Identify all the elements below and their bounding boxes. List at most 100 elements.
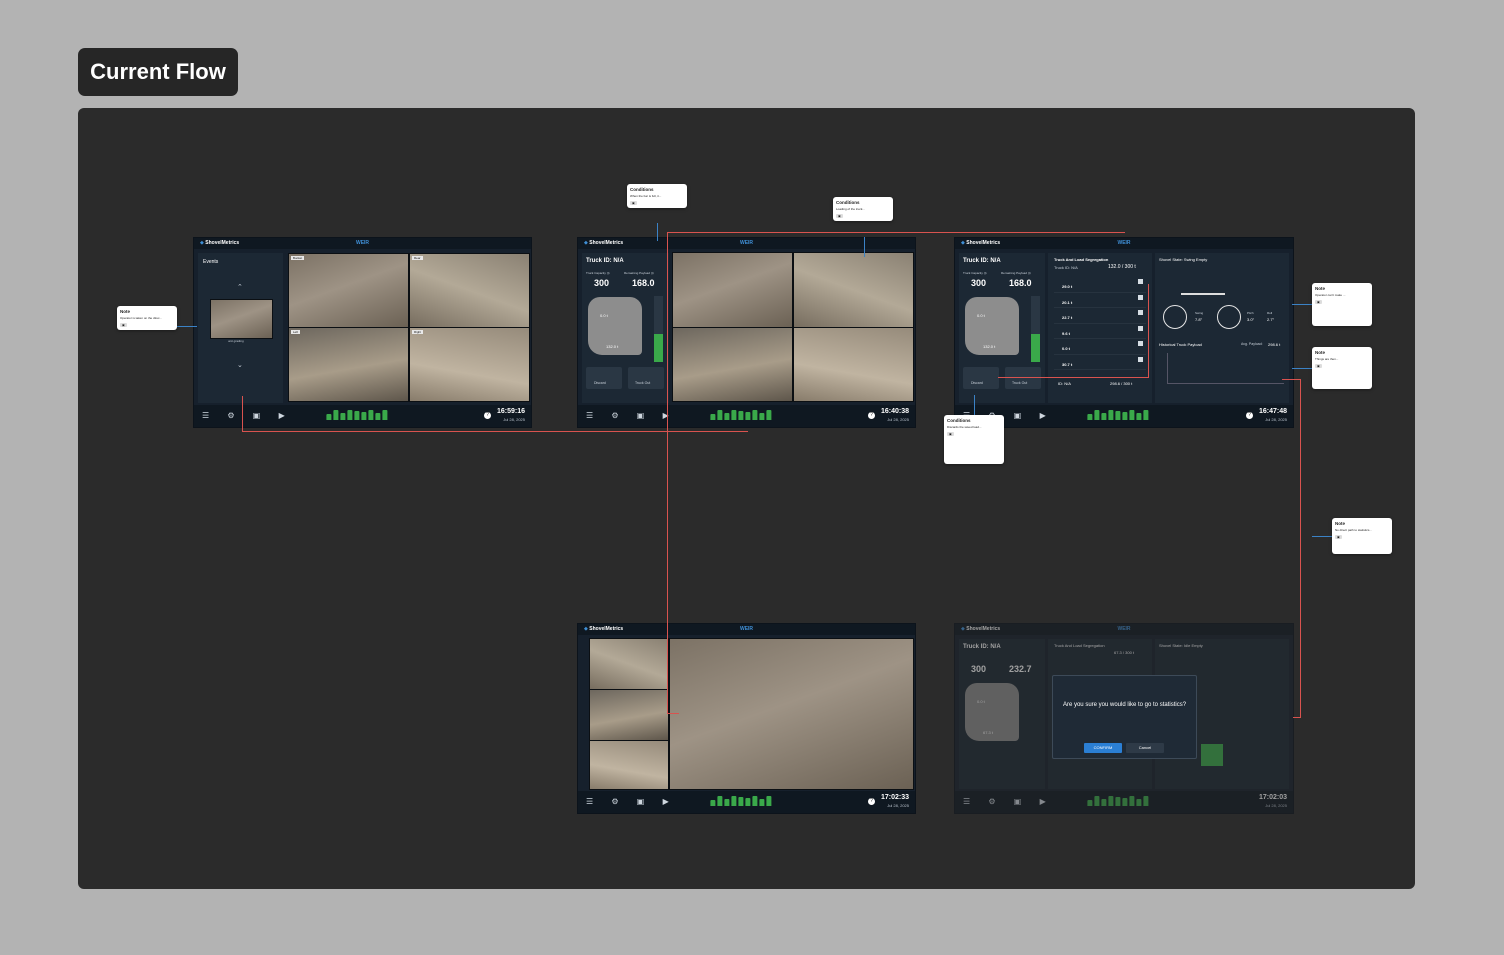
- delete-icon: [1138, 325, 1143, 331]
- remaining-label: Remaining Payload (t): [1001, 271, 1031, 275]
- confirm-button[interactable]: CONFIRM: [1084, 743, 1122, 753]
- camera-feed-4[interactable]: [793, 327, 914, 402]
- delete-icon: [1138, 310, 1143, 315]
- capacity-label: Truck Capacity (t): [963, 271, 987, 275]
- nav-icons[interactable]: ☰ ⚙ ▣ ▶: [586, 797, 677, 806]
- event-thumbnail[interactable]: [210, 299, 273, 339]
- payload-bar: [1122, 412, 1128, 420]
- camera-feed-3[interactable]: Left: [288, 327, 409, 402]
- event-caption: unit grading: [228, 339, 244, 343]
- load-row[interactable]: 22.7 t: [1054, 308, 1146, 324]
- sticky-note[interactable]: Note Things are then... ▣: [1312, 347, 1372, 389]
- cancel-button[interactable]: Cancel: [1126, 743, 1164, 753]
- app-logo: ◆ ShovelMetrics: [584, 240, 624, 246]
- chevron-down-icon[interactable]: ⌄: [237, 361, 243, 369]
- screen-truck-loading[interactable]: ◆ ShovelMetrics WEIR Truck ID: N/A Truck…: [577, 237, 916, 428]
- load-value: 67.3 t: [983, 730, 994, 735]
- payload-bar: [1129, 796, 1135, 806]
- sticky-note[interactable]: Conditions Discards the saved load... ▣: [944, 415, 1004, 464]
- payload-bar: [332, 410, 338, 420]
- payload-bar: [1087, 800, 1093, 806]
- payload-bar: [1094, 796, 1100, 806]
- user-chip: ▣: [1335, 535, 1342, 539]
- flow-connector: [667, 232, 1125, 233]
- help-icon[interactable]: ?: [868, 798, 875, 805]
- nav-icons[interactable]: ☰ ⚙ ▣ ▶: [202, 411, 293, 420]
- swing-gauge: [1163, 305, 1187, 329]
- dialog-question: Are you sure you would like to go to sta…: [1062, 702, 1187, 708]
- board-title: Current Flow: [78, 48, 238, 96]
- camera-thumb-3[interactable]: [589, 740, 669, 790]
- load-row[interactable]: 30.7 t: [1054, 355, 1146, 370]
- history-bars: [1201, 744, 1223, 766]
- truck-id: Truck ID: N/A: [963, 644, 1001, 650]
- camera-feed-4[interactable]: Right: [409, 327, 530, 402]
- payload-bar: [723, 413, 729, 420]
- camera-feed-2[interactable]: Rear: [409, 253, 530, 328]
- truck-id: Truck ID: N/A: [963, 258, 1001, 264]
- sticky-note[interactable]: Conditions When the bar is full, it... ▣: [627, 184, 687, 208]
- nav-icons[interactable]: ☰ ⚙ ▣ ▶: [586, 411, 677, 420]
- top-bar: ◆ ShovelMetrics WEIR: [578, 624, 915, 635]
- payload-bars: [1087, 796, 1149, 806]
- clock: 16:40:38 Jul 28, 2025: [880, 408, 909, 422]
- sticky-note[interactable]: Note Operator is taken on the direc... ▣: [117, 306, 177, 330]
- payload-bar: [716, 796, 722, 806]
- avg-value: 298.6 t: [1268, 342, 1281, 347]
- app-logo: ◆ ShovelMetrics: [961, 626, 1001, 632]
- payload-bar: [730, 410, 736, 420]
- help-icon[interactable]: ?: [868, 412, 875, 419]
- screen-camera-focus[interactable]: ◆ ShovelMetrics WEIR ☰ ⚙ ▣ ▶ ? 17:02:33 J…: [577, 623, 916, 814]
- user-chip: ▣: [947, 432, 954, 436]
- top-bar: ◆ ShovelMetrics WEIR: [955, 624, 1293, 635]
- truck-out-button[interactable]: Truck Out: [628, 367, 664, 389]
- screen-events[interactable]: ◆ ShovelMetrics WEIR Events ⌃ unit gradi…: [193, 237, 532, 428]
- camera-feed-3[interactable]: [672, 327, 793, 402]
- load-row[interactable]: 29.0 t: [1054, 277, 1146, 293]
- top-bar: ◆ ShovelMetrics WEIR: [955, 238, 1293, 249]
- load-list: 29.0 t 20.1 t 22.7 t 9.6 t 0.0 t 30.7 t: [1054, 277, 1146, 370]
- discard-button[interactable]: Discard: [963, 367, 999, 389]
- chevron-up-icon[interactable]: ⌃: [237, 283, 243, 291]
- payload-bar: [1101, 413, 1107, 420]
- payload-bar: [381, 410, 387, 420]
- payload-bar: [765, 410, 771, 420]
- remaining-value: 168.0: [632, 278, 655, 288]
- payload-bar: [765, 796, 771, 806]
- payload-bar: [346, 410, 352, 420]
- camera-thumb-2[interactable]: [589, 689, 669, 741]
- payload-bar: [751, 796, 757, 806]
- load-row[interactable]: 20.1 t: [1054, 293, 1146, 308]
- camera-thumb-1[interactable]: [589, 638, 669, 690]
- discard-button[interactable]: Discard: [586, 367, 622, 389]
- sticky-note[interactable]: Note No direct path to statistics... ▣: [1332, 518, 1392, 554]
- segregation-total: 67.3 / 300 t: [1114, 650, 1135, 655]
- camera-feed-1[interactable]: [672, 252, 793, 328]
- payload-bar: [1115, 797, 1121, 806]
- load-value: 132.0 t: [983, 344, 996, 349]
- load-row[interactable]: 9.6 t: [1054, 324, 1146, 339]
- screen-truck-segregation[interactable]: ◆ ShovelMetrics WEIR Truck ID: N/A Truck…: [954, 237, 1294, 428]
- payload-bar: [1129, 410, 1135, 420]
- fill-gauge: [1031, 296, 1040, 362]
- sticky-note[interactable]: Conditions Loading of the truck... ▣: [833, 197, 893, 221]
- camera-feed-2[interactable]: [793, 252, 914, 328]
- payload-bar: [360, 412, 366, 420]
- payload-bar: [325, 414, 331, 420]
- load-value: 132.0 t: [606, 344, 619, 349]
- app-logo: ◆ ShovelMetrics: [584, 626, 624, 632]
- flow-connector: [667, 288, 668, 714]
- camera-feed-1[interactable]: Bucket: [288, 253, 409, 328]
- payload-bar: [1087, 414, 1093, 420]
- flow-connector: [242, 396, 243, 432]
- load-row[interactable]: 0.0 t: [1054, 339, 1146, 355]
- truck-out-button[interactable]: Truck Out: [1005, 367, 1041, 389]
- help-icon[interactable]: ?: [1246, 412, 1253, 419]
- sticky-note[interactable]: Note Operator can't make ... ▣: [1312, 283, 1372, 326]
- delete-icon: [1138, 294, 1143, 300]
- camera-main[interactable]: [669, 638, 914, 790]
- payload-bar: [751, 410, 757, 420]
- bucket-value: 0.0 t: [977, 313, 985, 318]
- note-connector: [864, 237, 865, 257]
- help-icon[interactable]: ?: [484, 412, 491, 419]
